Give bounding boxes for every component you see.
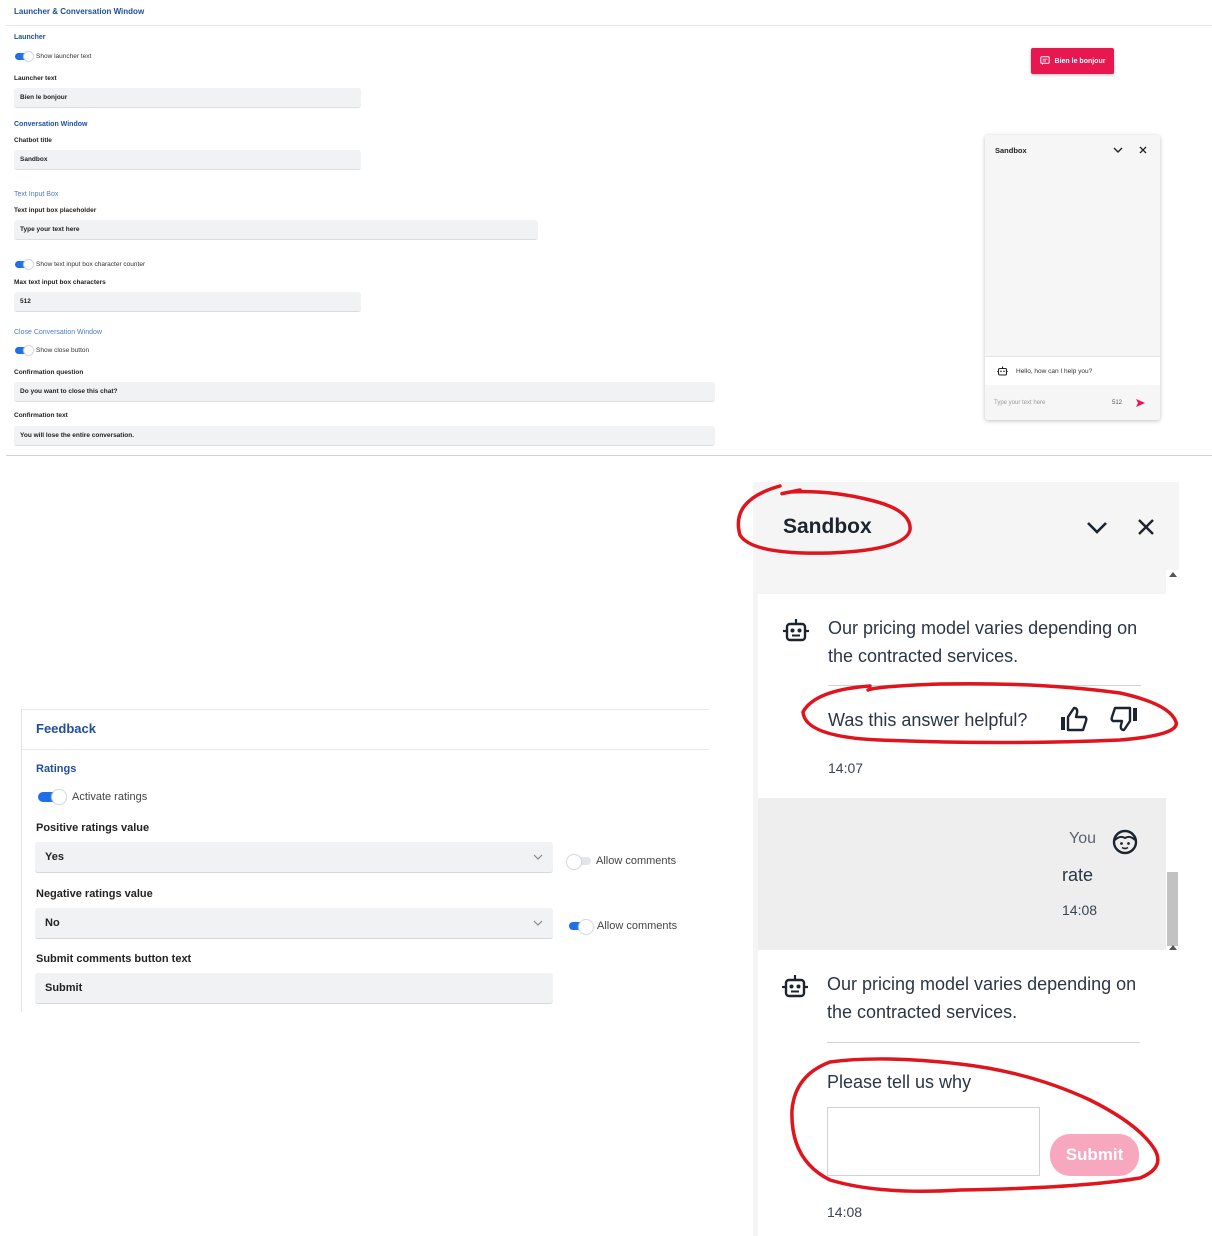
confirm-text-input[interactable]: You will lose the entire conversation. xyxy=(14,426,715,446)
negative-ratings-label: Negative ratings value xyxy=(36,888,153,900)
robot-icon xyxy=(997,366,1008,376)
positive-ratings-value: Yes xyxy=(45,851,64,863)
chat-title: Sandbox xyxy=(783,515,872,538)
confirm-text-label: Confirmation text xyxy=(14,412,68,419)
scroll-up-arrow-icon[interactable] xyxy=(1169,571,1177,577)
bot-message-1: Our pricing model varies depending on th… xyxy=(758,594,1166,798)
time-3: 14:08 xyxy=(827,1204,863,1220)
chevron-down-icon xyxy=(533,920,543,926)
show-close-row: Show close button xyxy=(15,345,90,355)
bot-message-1-text: Our pricing model varies depending on th… xyxy=(828,618,1138,666)
positive-ratings-label: Positive ratings value xyxy=(36,822,150,834)
negative-ratings-value: No xyxy=(45,917,60,929)
launcher-text-label: Launcher text xyxy=(14,75,57,82)
chatbot-title-input[interactable]: Sandbox xyxy=(14,150,361,170)
feedback-panel-top-border xyxy=(21,709,709,710)
confirm-question-label: Confirmation question xyxy=(14,369,84,376)
comment-textarea[interactable] xyxy=(827,1107,1040,1176)
negative-allow-comments-row: Allow comments xyxy=(569,920,678,934)
submit-comment-button[interactable]: Submit xyxy=(1050,1134,1139,1176)
negative-ratings-select[interactable]: No xyxy=(35,908,553,939)
chevron-down-icon[interactable] xyxy=(1113,147,1123,154)
confirm-question-input[interactable]: Do you want to close this chat? xyxy=(14,382,715,402)
show-counter-toggle[interactable] xyxy=(15,259,33,269)
user-message: You rate 14:08 xyxy=(758,798,1166,950)
max-chars-input[interactable]: 512 xyxy=(14,292,361,312)
scrollbar-thumb[interactable] xyxy=(1167,872,1178,946)
robot-icon xyxy=(782,975,808,998)
placeholder-input[interactable]: Type your text here xyxy=(14,220,538,240)
mini-input-placeholder[interactable]: Type your text here xyxy=(994,400,1045,406)
message-divider xyxy=(827,1042,1140,1043)
show-counter-row: Show text input box character counter xyxy=(15,259,146,269)
feedback-title: Feedback xyxy=(36,721,96,736)
helpful-question: Was this answer helpful? xyxy=(828,710,1028,730)
close-section-title: Close Conversation Window xyxy=(14,329,102,336)
send-icon[interactable] xyxy=(1135,398,1146,408)
feedback-title-divider xyxy=(22,749,709,750)
mini-greeting-message: Hello, how can I help you? xyxy=(985,356,1160,385)
bot-message-2-text: Our pricing model varies depending on th… xyxy=(827,974,1137,1022)
show-counter-label: Show text input box character counter xyxy=(36,261,146,268)
launcher-section-title: Launcher xyxy=(14,34,46,41)
header-divider xyxy=(6,25,1212,26)
thumbs-up-icon[interactable] xyxy=(1059,705,1089,733)
show-close-toggle[interactable] xyxy=(15,345,33,355)
scroll-down-arrow-icon[interactable] xyxy=(1169,944,1177,950)
user-avatar-icon xyxy=(1112,829,1138,855)
chevron-down-icon[interactable] xyxy=(1086,521,1108,535)
submit-button-text-label: Submit comments button text xyxy=(36,953,192,965)
mini-greeting-text: Hello, how can I help you? xyxy=(1016,367,1093,375)
chevron-down-icon xyxy=(533,854,543,860)
submit-button-text-input[interactable]: Submit xyxy=(35,973,553,1004)
robot-icon xyxy=(783,619,809,642)
max-chars-label: Max text input box characters xyxy=(14,279,106,286)
show-launcher-text-row: Show launcher text xyxy=(15,51,92,61)
chat-window: Sandbox Our pricing model varies dependi… xyxy=(753,482,1179,1236)
chat-bubble-icon xyxy=(1039,56,1050,65)
text-input-section-title: Text Input Box xyxy=(14,191,59,198)
ratings-section-title: Ratings xyxy=(36,763,77,775)
mini-chat-preview: Sandbox Hello, how can I help you? Type … xyxy=(985,135,1160,420)
show-close-label: Show close button xyxy=(36,347,90,354)
negative-allow-comments-label: Allow comments xyxy=(597,920,678,932)
launcher-preview-label: Bien le bonjour xyxy=(1054,57,1106,65)
message-divider xyxy=(828,685,1141,686)
show-launcher-text-toggle[interactable] xyxy=(15,51,33,61)
time-1: 14:07 xyxy=(828,760,864,776)
launcher-preview-button[interactable]: Bien le bonjour xyxy=(1031,48,1114,74)
time-2: 14:08 xyxy=(1062,902,1098,918)
mini-chat-title: Sandbox xyxy=(995,146,1027,155)
positive-ratings-select[interactable]: Yes xyxy=(35,842,553,873)
settings-header: Launcher & Conversation Window xyxy=(14,7,145,16)
placeholder-label: Text input box placeholder xyxy=(14,207,97,214)
thumbs-down-icon[interactable] xyxy=(1109,705,1139,733)
close-icon[interactable] xyxy=(1137,518,1155,536)
show-launcher-text-label: Show launcher text xyxy=(36,53,92,60)
close-icon[interactable] xyxy=(1139,146,1147,154)
conversation-section-title: Conversation Window xyxy=(14,121,88,128)
section-divider xyxy=(6,455,1212,456)
positive-allow-comments-row: Allow comments xyxy=(567,855,677,869)
chatbot-title-label: Chatbot title xyxy=(14,137,52,144)
bot-message-2: Our pricing model varies depending on th… xyxy=(758,950,1166,1236)
activate-ratings-toggle[interactable] xyxy=(38,790,66,804)
activate-ratings-row: Activate ratings xyxy=(38,790,148,804)
launcher-text-input[interactable]: Bien le bonjour xyxy=(14,88,361,108)
mini-char-counter: 512 xyxy=(1112,400,1123,406)
positive-allow-comments-label: Allow comments xyxy=(596,855,677,867)
positive-allow-comments-toggle[interactable] xyxy=(567,855,591,869)
negative-allow-comments-toggle[interactable] xyxy=(569,920,593,934)
user-name: You xyxy=(1069,830,1096,847)
feedback-panel-border xyxy=(21,709,22,1012)
activate-ratings-label: Activate ratings xyxy=(72,791,148,803)
why-prompt: Please tell us why xyxy=(827,1072,972,1092)
user-message-text: rate xyxy=(1062,865,1094,885)
